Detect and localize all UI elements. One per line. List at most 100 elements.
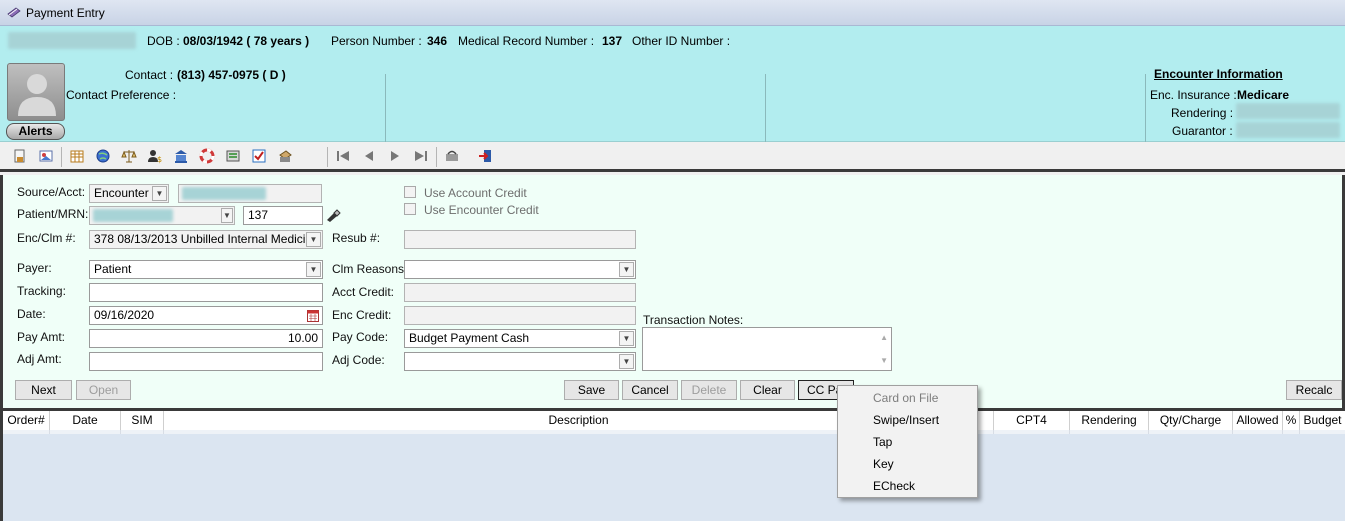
person-number-label: Person Number : bbox=[331, 34, 422, 48]
save-button[interactable]: Save bbox=[564, 380, 619, 400]
enc-credit-field[interactable] bbox=[404, 306, 636, 325]
acct-credit-field[interactable] bbox=[404, 283, 636, 302]
chevron-down-icon[interactable]: ▼ bbox=[152, 186, 167, 201]
use-account-credit-checkbox[interactable] bbox=[404, 186, 416, 198]
column-header-sim[interactable]: SIM bbox=[121, 411, 164, 430]
account-field[interactable] bbox=[178, 184, 322, 203]
chevron-down-icon[interactable]: ▼ bbox=[619, 354, 634, 369]
toolbar: $ bbox=[0, 142, 1345, 172]
checklist-icon[interactable] bbox=[251, 148, 267, 164]
flashlight-search-icon[interactable] bbox=[325, 208, 341, 222]
rendering-label: Rendering : bbox=[1171, 106, 1234, 120]
mrn-field[interactable]: 137 bbox=[243, 206, 323, 225]
patient-mrn-label: Patient/MRN: bbox=[17, 207, 89, 221]
scroll-down-icon[interactable]: ▼ bbox=[880, 352, 888, 369]
pay-amt-label: Pay Amt: bbox=[17, 330, 66, 344]
resub-label: Resub #: bbox=[332, 231, 381, 245]
patient-avatar[interactable] bbox=[7, 63, 65, 121]
resub-field[interactable] bbox=[404, 230, 636, 249]
first-record-icon[interactable] bbox=[335, 148, 351, 164]
date-field[interactable]: 09/16/2020 bbox=[89, 306, 323, 325]
chevron-down-icon[interactable]: ▼ bbox=[306, 262, 321, 277]
window-title: Payment Entry bbox=[26, 6, 105, 20]
lifebuoy-icon[interactable] bbox=[199, 148, 215, 164]
column-header-date[interactable]: Date bbox=[50, 411, 121, 430]
person-number-value: 346 bbox=[427, 34, 448, 48]
encounter-information-link[interactable]: Encounter Information bbox=[1154, 67, 1283, 81]
source-select[interactable]: Encounter ▼ bbox=[89, 184, 169, 203]
scales-icon[interactable] bbox=[121, 148, 137, 164]
refresh-icon[interactable] bbox=[444, 148, 460, 164]
next-button[interactable]: Next bbox=[15, 380, 72, 400]
pay-amt-value: 10.00 bbox=[287, 331, 318, 345]
image-icon[interactable] bbox=[38, 148, 54, 164]
globe-icon[interactable] bbox=[95, 148, 111, 164]
toolbar-separator bbox=[436, 147, 437, 167]
chevron-down-icon[interactable]: ▼ bbox=[306, 232, 321, 247]
grid-subheader bbox=[3, 430, 50, 434]
previous-record-icon[interactable] bbox=[361, 148, 377, 164]
user-dollar-icon[interactable]: $ bbox=[147, 148, 163, 164]
document-icon[interactable] bbox=[12, 148, 28, 164]
use-encounter-credit-checkbox[interactable] bbox=[404, 203, 416, 215]
toolbar-separator bbox=[61, 147, 62, 167]
table-icon[interactable] bbox=[69, 148, 85, 164]
delete-button[interactable]: Delete bbox=[681, 380, 737, 400]
column-header-rendering[interactable]: Rendering bbox=[1070, 411, 1149, 430]
mrn-label: Medical Record Number : bbox=[458, 34, 595, 48]
menu-item-swipe-insert[interactable]: Swipe/Insert bbox=[873, 413, 939, 427]
chevron-down-icon[interactable]: ▼ bbox=[619, 262, 634, 277]
menu-item-key[interactable]: Key bbox=[873, 457, 894, 471]
grid-subheader bbox=[1149, 430, 1233, 434]
column-header-allowed[interactable]: Allowed bbox=[1233, 411, 1283, 430]
grid-subheader bbox=[1300, 430, 1345, 434]
enc-clm-label: Enc/Clm #: bbox=[17, 231, 76, 245]
cc-pay-menu: Card on File Swipe/Insert Tap Key ECheck bbox=[837, 385, 978, 498]
tracking-field[interactable] bbox=[89, 283, 323, 302]
enc-insurance-label: Enc. Insurance : bbox=[1150, 88, 1237, 102]
clm-reasons-select[interactable]: ▼ bbox=[404, 260, 636, 279]
pay-code-select[interactable]: Budget Payment Cash ▼ bbox=[404, 329, 636, 348]
last-record-icon[interactable] bbox=[413, 148, 429, 164]
cancel-button[interactable]: Cancel bbox=[622, 380, 678, 400]
ledger-icon[interactable] bbox=[225, 148, 241, 164]
patient-select[interactable]: ▼ bbox=[89, 206, 235, 225]
adj-code-label: Adj Code: bbox=[332, 353, 385, 367]
transaction-notes-textarea[interactable]: ▲ ▼ bbox=[642, 327, 892, 371]
column-header-order[interactable]: Order# bbox=[3, 411, 50, 430]
exit-icon[interactable] bbox=[477, 148, 493, 164]
column-header-qty-charge[interactable]: Qty/Charge bbox=[1149, 411, 1233, 430]
print-icon[interactable] bbox=[277, 148, 293, 164]
pay-amt-field[interactable]: 10.00 bbox=[89, 329, 323, 348]
enc-insurance-value: Medicare bbox=[1237, 88, 1290, 102]
chevron-down-icon[interactable]: ▼ bbox=[619, 331, 634, 346]
menu-item-tap[interactable]: Tap bbox=[873, 435, 892, 449]
recalc-button[interactable]: Recalc bbox=[1286, 380, 1342, 400]
adj-amt-field[interactable] bbox=[89, 352, 323, 371]
column-header-percent[interactable]: % bbox=[1283, 411, 1300, 430]
adj-code-select[interactable]: ▼ bbox=[404, 352, 636, 371]
payer-select[interactable]: Patient ▼ bbox=[89, 260, 323, 279]
grid-subheader bbox=[1283, 430, 1300, 434]
other-id-label: Other ID Number : bbox=[632, 34, 731, 48]
bank-icon[interactable] bbox=[173, 148, 189, 164]
menu-item-echeck[interactable]: ECheck bbox=[873, 479, 915, 493]
open-button[interactable]: Open bbox=[76, 380, 131, 400]
scroll-up-icon[interactable]: ▲ bbox=[880, 329, 888, 346]
alerts-button[interactable]: Alerts bbox=[6, 123, 65, 140]
encounter-select[interactable]: 378 08/13/2013 Unbilled Internal Medicin… bbox=[89, 230, 323, 249]
next-record-icon[interactable] bbox=[387, 148, 403, 164]
column-header-cpt4[interactable]: CPT4 bbox=[994, 411, 1070, 430]
dob-label: DOB : bbox=[147, 34, 180, 48]
tracking-label: Tracking: bbox=[17, 284, 66, 298]
patient-name-redacted bbox=[8, 32, 136, 49]
banner-divider bbox=[765, 74, 766, 142]
guarantor-value-redacted bbox=[1236, 122, 1340, 138]
calendar-icon[interactable] bbox=[307, 309, 319, 322]
pay-code-value: Budget Payment Cash bbox=[409, 331, 530, 345]
menu-item-card-on-file[interactable]: Card on File bbox=[873, 391, 938, 405]
column-header-budget[interactable]: Budget bbox=[1300, 411, 1345, 430]
clear-button[interactable]: Clear bbox=[740, 380, 795, 400]
chevron-down-icon[interactable]: ▼ bbox=[221, 208, 233, 223]
person-silhouette-icon bbox=[18, 74, 56, 116]
